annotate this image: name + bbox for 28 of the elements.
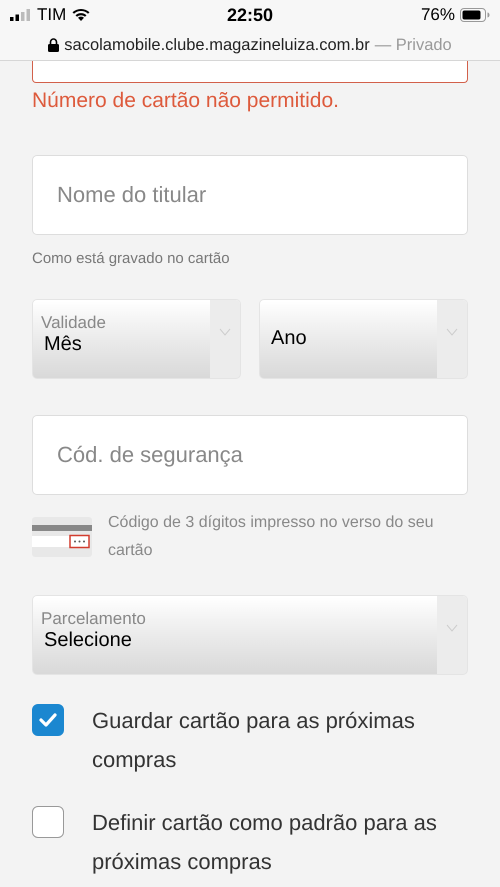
wifi-icon [71, 8, 92, 22]
checkbox[interactable] [32, 806, 64, 838]
signal-icon [10, 9, 32, 21]
error-message: Número de cartão não permitido. [32, 89, 340, 114]
select-field[interactable]: Parcelamento Selecione [32, 595, 468, 675]
select-field[interactable]: Ano [259, 299, 468, 379]
clock-time: 22:50 [226, 4, 274, 26]
carrier-name: TIM [37, 5, 66, 25]
private-label: — Privado [374, 36, 452, 54]
select-value: Selecione [43, 628, 133, 652]
checkmark-icon [38, 712, 58, 728]
select-label: Validade [41, 312, 107, 332]
checkbox-label: Definir cartão como padrão para as próximas compras [92, 809, 438, 876]
name-field[interactable]: Nome do titular [32, 155, 468, 235]
select-value: Mês [43, 332, 83, 356]
security-code-field[interactable]: Cód. de segurança [32, 415, 468, 495]
lock-icon [48, 38, 60, 52]
select-label: Parcelamento [41, 608, 147, 628]
checkbox[interactable] [32, 704, 64, 736]
url-text[interactable]: sacolamobile.clube.magazineluiza.com.br [64, 36, 370, 54]
field-hint: Como está gravado no cartão [32, 250, 231, 267]
select-field[interactable]: Validade Mês [32, 299, 241, 379]
battery-icon [460, 8, 490, 22]
select-value: Ano [270, 326, 308, 350]
field-hint: Código de 3 dígitos impresso no verso do seu cartão [108, 513, 435, 561]
battery-percent: 76% [420, 5, 455, 25]
checkbox-label: Guardar cartão para as próximas compras [92, 707, 416, 774]
card-back-icon [32, 517, 92, 557]
